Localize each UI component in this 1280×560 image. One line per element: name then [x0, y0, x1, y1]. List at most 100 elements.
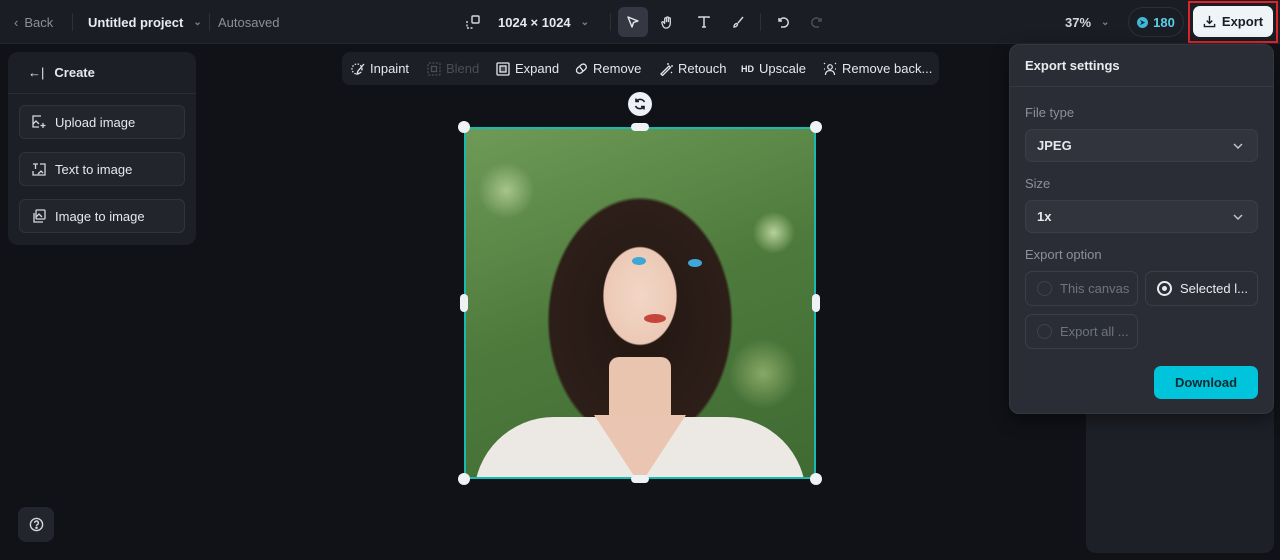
redo-icon	[811, 17, 822, 28]
resize-handle-right[interactable]	[812, 294, 820, 312]
radio-icon	[1037, 324, 1052, 339]
blend-button[interactable]: Blend	[427, 52, 479, 85]
resize-button[interactable]	[458, 7, 488, 37]
option-export-all[interactable]: Export all ...	[1025, 314, 1138, 349]
option-label: Selected l...	[1180, 281, 1248, 296]
download-button[interactable]: Download	[1154, 366, 1258, 399]
resize-icon	[466, 15, 480, 29]
brush-icon	[733, 16, 744, 28]
create-panel: ←| Create Upload image Text to image Ima…	[8, 52, 196, 245]
file-type-select[interactable]: JPEG	[1025, 129, 1258, 162]
text-tool-icon	[698, 16, 710, 28]
option-selected-layer[interactable]: Selected l...	[1145, 271, 1258, 306]
undo-button[interactable]	[768, 7, 798, 37]
back-button[interactable]: ‹ Back	[14, 0, 53, 44]
option-label: This canvas	[1060, 281, 1130, 296]
chevron-down-icon	[1233, 143, 1243, 149]
size-label: Size	[1025, 176, 1051, 191]
selection-border	[464, 127, 816, 479]
resize-handle-top-left[interactable]	[458, 121, 470, 133]
divider	[610, 13, 611, 31]
radio-icon	[1037, 281, 1052, 296]
divider	[760, 13, 761, 31]
export-settings-popover: Export settings File type JPEG Size 1x E…	[1009, 44, 1274, 414]
chevron-left-icon: ‹	[14, 14, 19, 30]
image-to-image-icon	[33, 209, 46, 223]
chevron-down-icon: ⌄	[1101, 16, 1110, 28]
text-tool-button[interactable]	[689, 7, 719, 37]
canvas-image-layer[interactable]	[458, 121, 822, 485]
rotate-icon	[634, 98, 646, 110]
credits-icon	[1137, 16, 1149, 28]
chevron-down-icon	[1233, 214, 1243, 220]
image-to-image-button[interactable]: Image to image	[19, 199, 185, 233]
blend-icon	[427, 61, 441, 76]
project-name-dropdown[interactable]: Untitled project ⌄	[88, 0, 202, 44]
chevron-down-icon: ⌄	[193, 16, 202, 28]
resize-handle-bottom-left[interactable]	[458, 473, 470, 485]
resize-handle-bottom-right[interactable]	[810, 473, 822, 485]
inpaint-label: Inpaint	[370, 61, 410, 76]
canvas-size-dropdown[interactable]: 1024 × 1024 ⌄	[498, 0, 589, 44]
size-select[interactable]: 1x	[1025, 200, 1258, 233]
project-name: Untitled project	[88, 14, 184, 30]
resize-handle-bottom[interactable]	[631, 475, 649, 483]
upload-image-button[interactable]: Upload image	[19, 105, 185, 139]
resize-handle-left[interactable]	[460, 294, 468, 312]
text-to-image-button[interactable]: Text to image	[19, 152, 185, 186]
retouch-label: Retouch	[678, 61, 727, 76]
credits-badge[interactable]: 180	[1128, 7, 1184, 37]
image-to-image-label: Image to image	[55, 208, 145, 224]
remove-label: Remove	[593, 61, 642, 76]
file-type-label: File type	[1025, 105, 1075, 120]
hand-pan-icon	[660, 15, 671, 29]
zoom-level-dropdown[interactable]: 37% ⌄	[1065, 0, 1109, 44]
help-icon	[29, 517, 43, 532]
upscale-button[interactable]: HD Upscale	[741, 52, 806, 85]
expand-icon	[496, 61, 510, 76]
size-value: 1x	[1037, 209, 1052, 224]
canvas-size: 1024 × 1024	[498, 14, 571, 30]
inpaint-button[interactable]: Inpaint	[351, 52, 409, 85]
redo-button[interactable]	[802, 7, 832, 37]
hd-icon: HD	[741, 63, 754, 74]
brush-tool-button[interactable]	[723, 7, 753, 37]
option-this-canvas[interactable]: This canvas	[1025, 271, 1138, 306]
divider	[72, 13, 73, 31]
upscale-label: Upscale	[759, 61, 806, 76]
inpaint-icon	[351, 62, 365, 75]
back-label: Back	[24, 14, 54, 30]
rotate-handle[interactable]	[628, 92, 652, 116]
resize-handle-top[interactable]	[631, 123, 649, 131]
expand-label: Expand	[515, 61, 560, 76]
create-panel-header[interactable]: ←| Create	[8, 52, 196, 94]
hand-tool-button[interactable]	[652, 7, 682, 37]
file-type-value: JPEG	[1037, 138, 1072, 153]
help-button[interactable]	[18, 507, 54, 542]
credits-count: 180	[1153, 14, 1175, 30]
top-bar: ‹ Back Untitled project ⌄ Autosaved 1024…	[0, 0, 1280, 44]
zoom-level: 37%	[1065, 14, 1092, 30]
remove-background-button[interactable]: Remove back...	[823, 52, 932, 85]
blend-label: Blend	[446, 61, 480, 76]
divider	[209, 13, 210, 31]
remove-button[interactable]: Remove	[574, 52, 641, 85]
upload-image-label: Upload image	[55, 114, 136, 130]
retouch-wand-icon	[660, 62, 673, 76]
option-label: Export all ...	[1060, 324, 1129, 339]
chevron-down-icon: ⌄	[580, 16, 590, 28]
create-title: Create	[54, 65, 95, 80]
expand-button[interactable]: Expand	[496, 52, 559, 85]
upload-image-icon	[32, 115, 46, 128]
export-button[interactable]: Export	[1193, 6, 1273, 37]
download-icon	[1203, 15, 1216, 28]
select-pointer-icon	[627, 16, 639, 28]
edit-toolbar: Inpaint Blend Expand Remove Retouch HD U…	[342, 52, 939, 85]
retouch-button[interactable]: Retouch	[659, 52, 726, 85]
text-to-image-icon	[32, 163, 46, 176]
select-tool-button[interactable]	[618, 7, 648, 37]
export-settings-title: Export settings	[1010, 45, 1273, 87]
resize-handle-top-right[interactable]	[810, 121, 822, 133]
radio-selected-icon	[1157, 281, 1172, 296]
remove-background-label: Remove back...	[842, 61, 933, 76]
